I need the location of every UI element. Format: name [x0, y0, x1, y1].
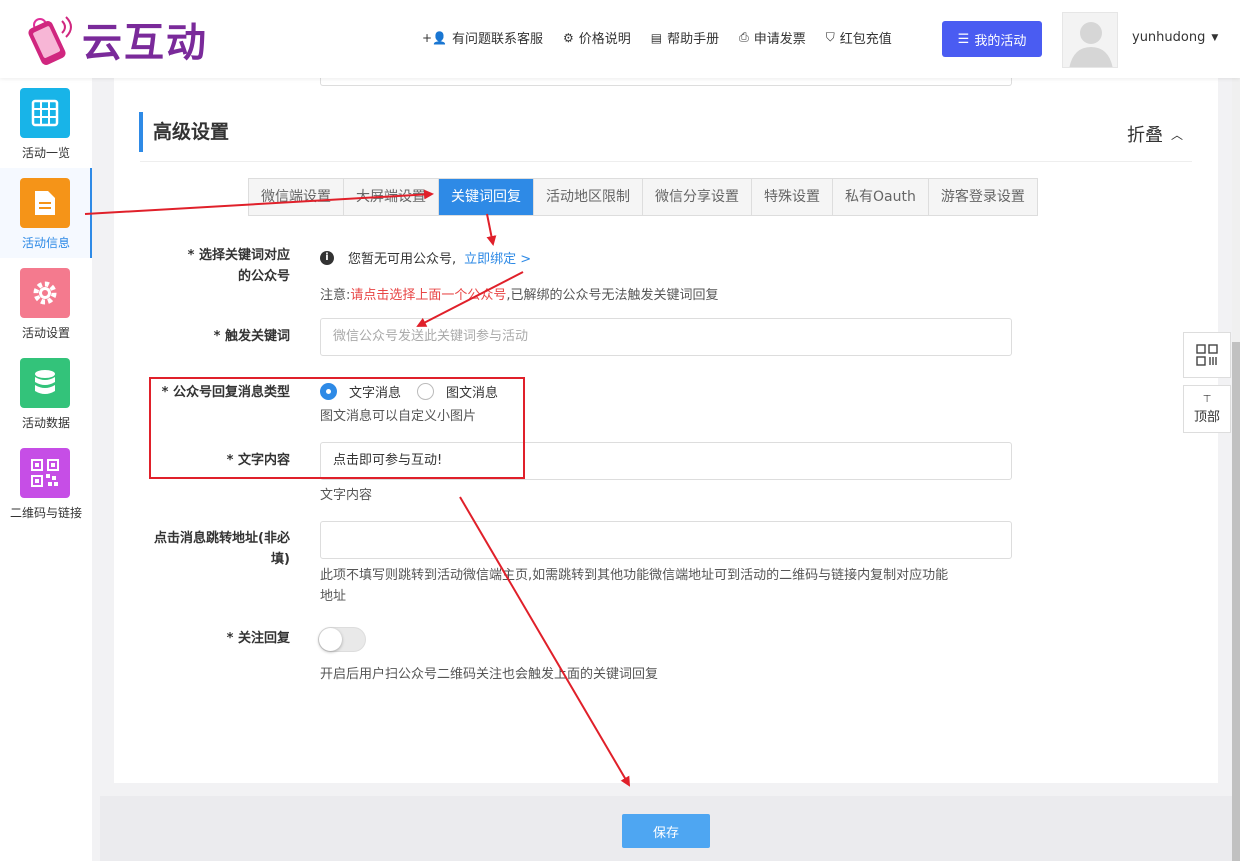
sidebar-item-label: 活动一览 [21, 146, 70, 160]
jump-url-help-line-1: 此项不填写则跳转到活动微信端主页,如需跳转到其他功能微信端地址可到活动的二维码与… [320, 568, 949, 583]
nav-help-manual[interactable]: ▤ 帮助手册 [650, 28, 720, 48]
jump-url-label-line-1: 点击消息跳转地址(非必 [154, 531, 290, 546]
chevron-up-icon: ︿ [1171, 127, 1184, 142]
jump-url-label-line-2: 填) [271, 552, 290, 567]
no-account-info: i 您暂无可用公众号, 立即绑定 > [320, 248, 531, 267]
nav-invoice[interactable]: ⎙ 申请发票 [739, 28, 806, 47]
jump-url-help-line-2: 地址 [320, 589, 347, 604]
nav-pricing[interactable]: ⚙ 价格说明 [563, 28, 631, 48]
account-label: * 选择关键词对应 的公众号 [188, 245, 290, 287]
radio-text-message-label: 文字消息 [349, 386, 402, 401]
username: yunhudong [1132, 30, 1206, 45]
nav-label: 价格说明 [578, 32, 631, 47]
user-menu[interactable]: yunhudong ▼ [1132, 30, 1218, 45]
tab-wechat-share[interactable]: 微信分享设置 [643, 179, 752, 215]
sidebar-item-qrcode-link[interactable]: 二维码与链接 [0, 438, 92, 528]
nav-contact-support[interactable]: +👤 有问题联系客服 [422, 28, 544, 48]
follow-reply-help: 开启后用户扫公众号二维码关注也会触发上面的关键词回复 [320, 667, 659, 682]
keyword-input[interactable]: 微信公众号发送此关键词参与活动 [320, 318, 1012, 356]
sidebar-item-label: 二维码与链接 [9, 506, 82, 520]
arrow-up-icon: ⊤ [1202, 394, 1212, 405]
my-activity-label: 我的活动 [974, 33, 1027, 49]
reply-type-help: 图文消息可以自定义小图片 [320, 409, 477, 424]
collapse-toggle[interactable]: 折叠 ︿ [1127, 121, 1183, 147]
shield-icon: ⛉ [825, 30, 835, 44]
no-account-text: 您暂无可用公众号, [348, 252, 457, 267]
tab-special-settings[interactable]: 特殊设置 [752, 179, 833, 215]
book-icon: ▤ [650, 30, 663, 45]
printer-icon: ⎙ [739, 30, 749, 44]
sidebar-item-label: 活动信息 [21, 236, 70, 250]
nav-label: 红包充值 [839, 32, 892, 47]
phone-logo-icon [22, 11, 78, 67]
radio-image-text-message[interactable] [417, 383, 435, 400]
radio-image-text-message-label: 图文消息 [446, 386, 499, 401]
reply-type-label: * 公众号回复消息类型 [161, 385, 290, 400]
sidebar-item-label: 活动数据 [21, 416, 70, 430]
bind-now-link[interactable]: 立即绑定 > [464, 248, 531, 267]
follow-reply-toggle[interactable] [318, 627, 366, 652]
follow-reply-label: * 关注回复 [226, 631, 290, 646]
sidebar-item-activity-data[interactable]: 活动数据 [0, 348, 92, 438]
float-qrcode-button[interactable] [1183, 332, 1231, 378]
section-title: 高级设置 [139, 112, 229, 152]
gear-icon: ⚙ [563, 30, 574, 45]
account-label-line-2: 的公众号 [237, 269, 290, 284]
jump-url-help: 此项不填写则跳转到活动微信端主页,如需跳转到其他功能微信端地址可到活动的二维码与… [320, 565, 1020, 607]
jump-url-label: 点击消息跳转地址(非必 填) [154, 528, 290, 570]
tab-keyword-reply[interactable]: 关键词回复 [439, 179, 534, 215]
reply-type-radio-group: 文字消息 图文消息 [320, 382, 514, 401]
section-divider [140, 161, 1192, 162]
text-content-input[interactable]: 点击即可参与互动! [320, 442, 1012, 480]
caret-down-icon: ▼ [1211, 32, 1219, 43]
nav-label: 帮助手册 [667, 32, 720, 47]
account-label-line-1: * 选择关键词对应 [187, 248, 290, 263]
gear-icon [20, 268, 70, 318]
avatar[interactable] [1062, 12, 1118, 68]
list-icon: ☰ [957, 31, 970, 47]
scrollbar-thumb[interactable] [1232, 342, 1240, 861]
tab-wechat-settings[interactable]: 微信端设置 [249, 179, 344, 215]
sidebar-item-label: 活动设置 [21, 326, 70, 340]
back-to-top-button[interactable]: ⊤ 顶部 [1183, 385, 1231, 433]
text-content-help: 文字内容 [320, 488, 373, 503]
qrcode-icon [20, 448, 70, 498]
qrcode-icon [1196, 344, 1218, 366]
page-scrollbar[interactable] [1232, 78, 1240, 861]
nav-redpacket-recharge[interactable]: ⛉ 红包充值 [826, 28, 892, 47]
save-button[interactable]: 保存 [622, 814, 710, 848]
tab-guest-login[interactable]: 游客登录设置 [928, 179, 1037, 215]
sidebar-item-activity-settings[interactable]: 活动设置 [0, 258, 92, 348]
logo[interactable]: 云互动 [22, 10, 208, 68]
sidebar-item-activity-info[interactable]: 活动信息 [0, 168, 92, 258]
sidebar-item-activity-list[interactable]: 活动一览 [0, 78, 92, 168]
collapse-label: 折叠 [1127, 125, 1163, 146]
grid-icon [20, 88, 70, 138]
user-plus-icon: +👤 [422, 30, 447, 45]
keyword-label: * 触发关键词 [213, 329, 290, 344]
jump-url-input[interactable] [320, 521, 1012, 559]
database-icon [20, 358, 70, 408]
top-header: 云互动 +👤 有问题联系客服 ⚙ 价格说明 ▤ 帮助手册 ⎙ 申请发票 ⛉ 红包充值 ☰ 我… [0, 0, 1240, 78]
sidebar: 活动一览 活动信息 活动设置 活动数据 二维码与链接 [0, 78, 92, 861]
radio-text-message[interactable] [320, 383, 337, 400]
tab-bigscreen-settings[interactable]: 大屏端设置 [344, 179, 439, 215]
logo-text: 云互动 [82, 20, 208, 66]
document-icon [20, 178, 70, 228]
note-suffix: ,已解绑的公众号无法触发关键词回复 [506, 288, 719, 303]
tab-region-limit[interactable]: 活动地区限制 [534, 179, 643, 215]
text-content-label: * 文字内容 [226, 453, 290, 468]
my-activity-button[interactable]: ☰ 我的活动 [942, 21, 1042, 57]
tab-private-oauth[interactable]: 私有Oauth [833, 179, 929, 215]
account-note: 注意:请点击选择上面一个公众号,已解绑的公众号无法触发关键词回复 [320, 284, 719, 303]
nav-label: 申请发票 [753, 32, 806, 47]
note-warning: 请点击选择上面一个公众号 [350, 288, 507, 303]
back-to-top-label: 顶部 [1193, 410, 1220, 425]
toggle-knob [319, 628, 342, 651]
note-prefix: 注意: [320, 288, 351, 303]
info-icon: i [320, 250, 334, 265]
settings-tabs: 微信端设置 大屏端设置 关键词回复 活动地区限制 微信分享设置 特殊设置 私有O… [248, 178, 1038, 216]
top-nav: +👤 有问题联系客服 ⚙ 价格说明 ▤ 帮助手册 ⎙ 申请发票 ⛉ 红包充值 [422, 28, 912, 47]
nav-label: 有问题联系客服 [452, 32, 544, 47]
